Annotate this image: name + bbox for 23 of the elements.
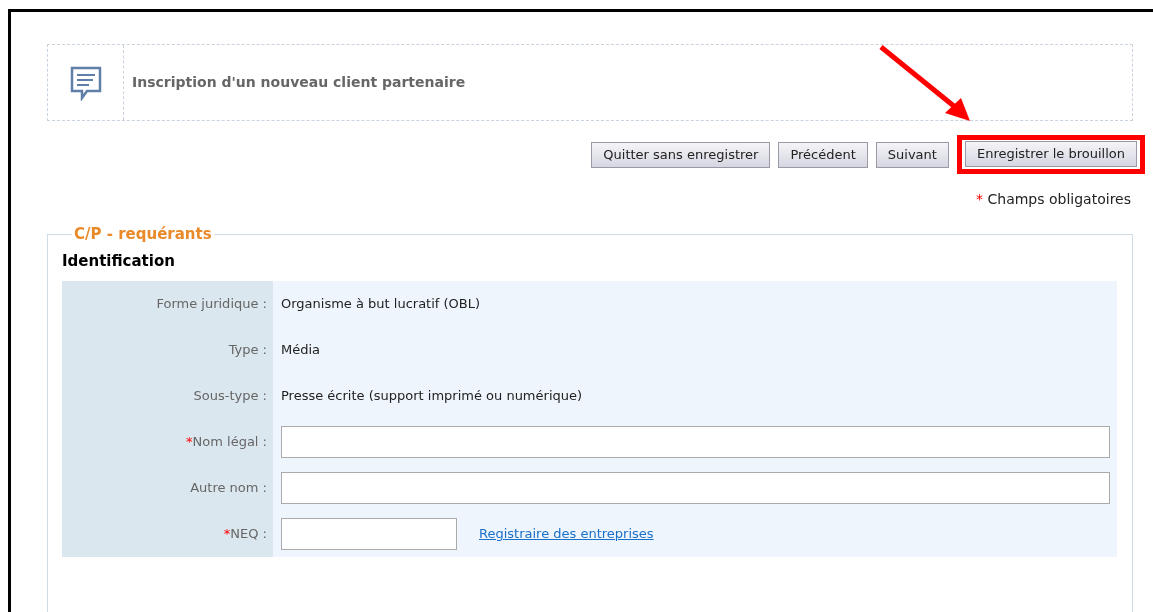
field-label: Autre nom :: [190, 478, 267, 497]
input-field[interactable]: [281, 471, 1110, 504]
form-button[interactable]: Précédent: [778, 141, 868, 168]
required-asterisk: *: [976, 191, 984, 207]
field-label: Forme juridique :: [156, 294, 267, 313]
field-value: Organisme à but lucratif (OBL): [281, 294, 481, 313]
message-icon: [68, 64, 103, 101]
field-value: Média: [281, 340, 321, 359]
field-label: Type :: [228, 340, 267, 359]
field-label: Sous-type :: [193, 386, 267, 405]
section-legend: C/P - requérants: [72, 224, 214, 244]
input-field[interactable]: [281, 425, 1110, 458]
registry-link[interactable]: Registraire des entreprises: [479, 523, 654, 544]
field-label: *NEQ :: [223, 524, 267, 543]
form-button[interactable]: Quitter sans enregistrer: [591, 141, 771, 168]
field-value: Presse écrite (support imprimé ou numérique): [281, 386, 583, 405]
field-label: *Nom légal :: [186, 432, 267, 451]
form-button[interactable]: Suivant: [875, 141, 949, 168]
required-note: Champs obligatoires: [987, 191, 1131, 207]
input-field[interactable]: [281, 517, 457, 550]
page-title: Inscription d'un nouveau client partenaire: [132, 73, 466, 92]
subsection-heading: Identification: [62, 251, 176, 272]
form-button[interactable]: Enregistrer le brouillon: [964, 141, 1137, 167]
